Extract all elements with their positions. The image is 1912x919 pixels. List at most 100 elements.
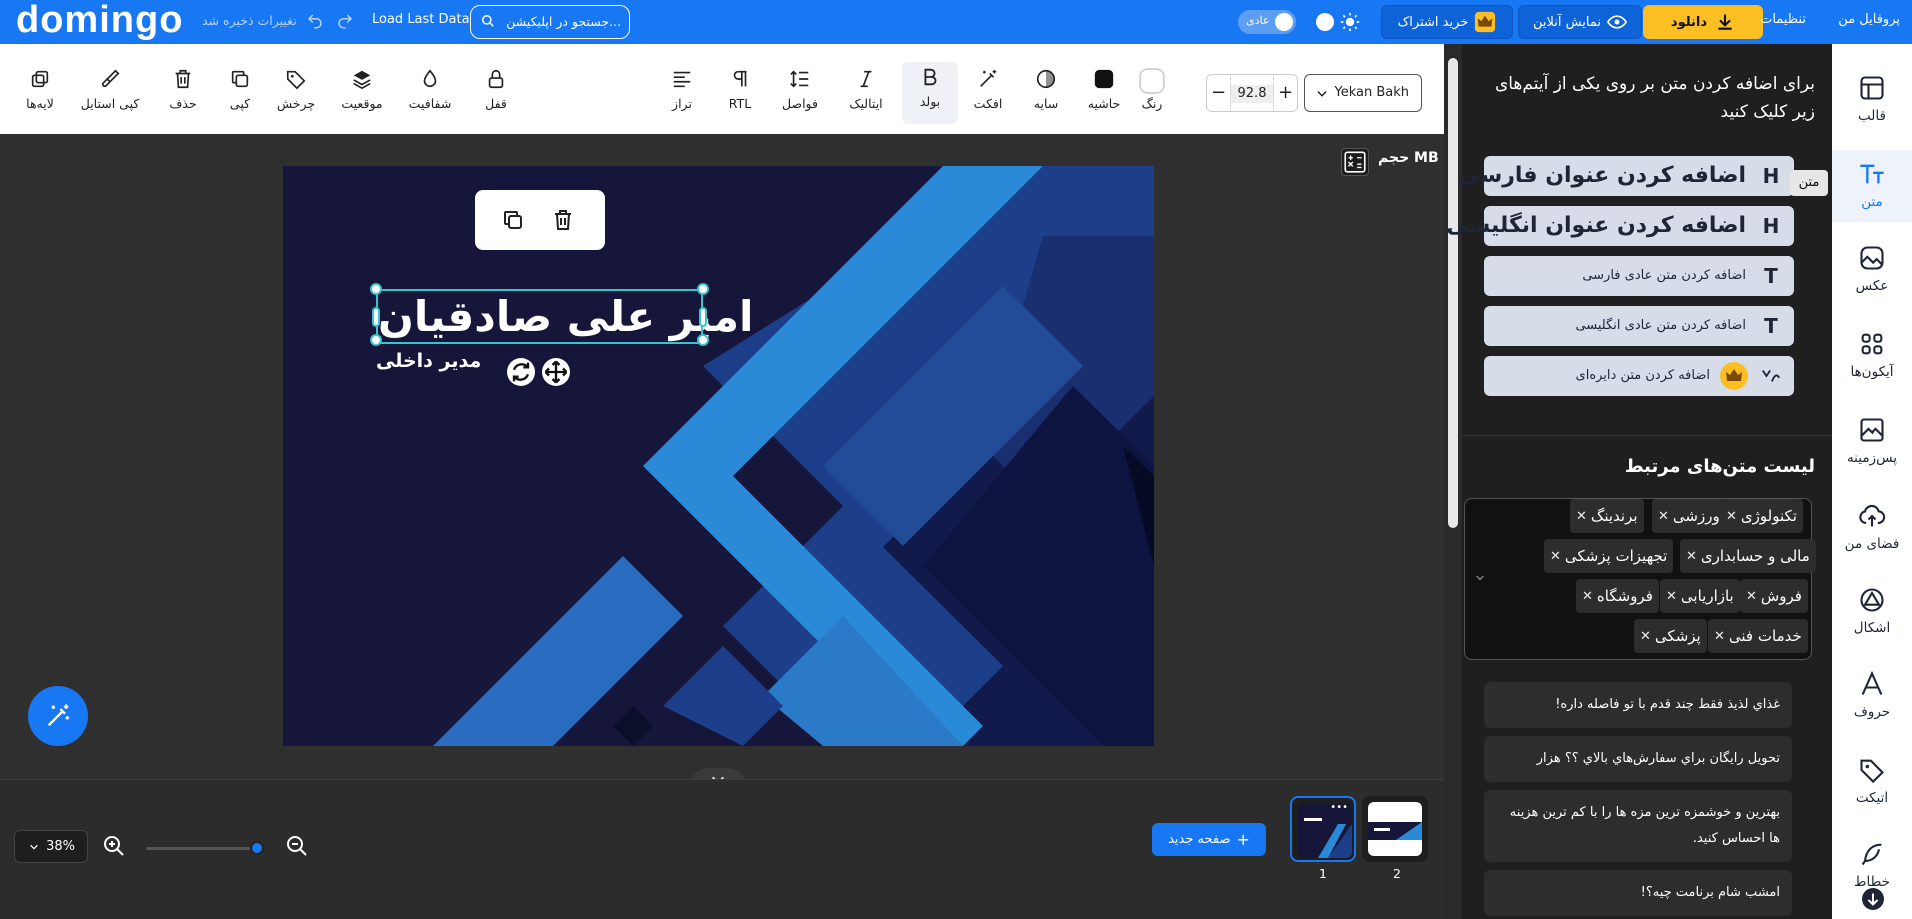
- tool-spacing[interactable]: فواصل: [772, 68, 828, 111]
- tool-rtl[interactable]: RTL: [712, 68, 768, 111]
- tool-copy-style[interactable]: کپی استایل: [78, 68, 142, 111]
- tool-delete[interactable]: حذف: [155, 68, 211, 111]
- sample-text-item[interactable]: غذاي لذيذ فقط چند قدم با تو فاصله داره!: [1484, 682, 1792, 728]
- resize-handle-left[interactable]: [372, 307, 380, 327]
- tool-shadow[interactable]: سایه: [1018, 68, 1074, 111]
- download-button[interactable]: دانلود: [1643, 5, 1763, 39]
- remove-tag-icon[interactable]: ✕: [1746, 589, 1757, 604]
- remove-tag-icon[interactable]: ✕: [1726, 509, 1737, 524]
- tool-layers[interactable]: لایه‌ها: [12, 68, 68, 111]
- resize-handle-bl[interactable]: [370, 334, 382, 346]
- nav-image[interactable]: عکس: [1832, 244, 1912, 294]
- tag-chip[interactable]: فروشگاه ✕: [1576, 579, 1659, 613]
- undo-icon[interactable]: [306, 12, 324, 30]
- nav-my-space[interactable]: فضای من: [1832, 502, 1912, 552]
- calculator-icon[interactable]: [1341, 148, 1369, 176]
- zoom-slider-thumb[interactable]: [250, 841, 264, 855]
- tag-chip[interactable]: ورزشی ✕: [1652, 499, 1726, 533]
- resize-handle-br[interactable]: [697, 334, 709, 346]
- load-last-data-button[interactable]: Load Last Data: [372, 12, 470, 27]
- sample-text-item[interactable]: امشب شام برنامت چيه؟!: [1484, 870, 1792, 916]
- zoom-out-icon[interactable]: [285, 834, 309, 858]
- selection-box[interactable]: [376, 289, 703, 344]
- font-size-value[interactable]: 92.8: [1231, 85, 1273, 103]
- tool-position[interactable]: موقعیت: [332, 68, 392, 111]
- tool-copy[interactable]: کپی: [212, 68, 268, 111]
- nav-text[interactable]: متن: [1832, 150, 1912, 222]
- resize-handle-right[interactable]: [699, 307, 707, 327]
- tag-chip[interactable]: خدمات فنی ✕: [1708, 619, 1808, 653]
- tool-opacity[interactable]: شفافیت: [402, 68, 458, 111]
- tool-color[interactable]: رنگ: [1124, 68, 1180, 111]
- page-thumbnail-2[interactable]: •••: [1362, 796, 1428, 862]
- move-handle[interactable]: [542, 358, 570, 386]
- tag-chip[interactable]: مالی و حسابداری ✕: [1680, 539, 1816, 573]
- tag-chip[interactable]: پزشکی ✕: [1634, 619, 1707, 653]
- nav-template[interactable]: قالب: [1832, 74, 1912, 124]
- zoom-select[interactable]: 38%: [14, 830, 88, 863]
- search-box[interactable]: جستجو در اپلیکیشن...: [470, 5, 630, 39]
- add-persian-body-button[interactable]: T اضافه کردن متن عادی فارسی: [1484, 256, 1794, 296]
- tool-italic[interactable]: ایتالیک: [838, 68, 894, 111]
- remove-tag-icon[interactable]: ✕: [1666, 589, 1677, 604]
- add-english-heading-button[interactable]: H اضافه کردن عنوان انگلیسی: [1446, 206, 1794, 246]
- zoom-in-icon[interactable]: [102, 834, 126, 858]
- new-page-button[interactable]: صفحه جدید +: [1152, 823, 1266, 856]
- zoom-slider-track[interactable]: [146, 847, 258, 850]
- increase-font-button[interactable]: +: [1273, 75, 1297, 111]
- tool-effect[interactable]: افکت: [960, 68, 1016, 111]
- sun-icon[interactable]: [1340, 12, 1360, 32]
- sample-text-item[interactable]: تحويل رايگان براي سفارش‌هاي بالاي ؟؟ هزا…: [1484, 736, 1792, 782]
- decrease-font-button[interactable]: −: [1207, 75, 1231, 111]
- nav-background[interactable]: پس‌زمینه: [1832, 416, 1912, 466]
- page-thumbnail-1[interactable]: •••: [1290, 796, 1356, 862]
- nav-shapes[interactable]: اشکال: [1832, 586, 1912, 636]
- redo-icon[interactable]: [336, 12, 354, 30]
- resize-handle-tr[interactable]: [697, 283, 709, 295]
- theme-toggle[interactable]: عادی: [1238, 10, 1296, 34]
- chevron-down-icon[interactable]: [1474, 572, 1486, 584]
- tool-rotate[interactable]: چرخش: [268, 68, 324, 111]
- tag-chip[interactable]: برندینگ ✕: [1570, 499, 1644, 533]
- sample-text-item[interactable]: بهترين و خوشمزه ترين مزه ها را با كم تري…: [1484, 790, 1792, 862]
- remove-tag-icon[interactable]: ✕: [1582, 589, 1593, 604]
- remove-tag-icon[interactable]: ✕: [1640, 629, 1651, 644]
- rotate-handle[interactable]: [507, 358, 535, 386]
- delete-icon[interactable]: [551, 208, 575, 232]
- duplicate-icon[interactable]: [501, 208, 525, 232]
- remove-tag-icon[interactable]: ✕: [1550, 549, 1561, 564]
- more-icon[interactable]: •••: [1404, 800, 1422, 811]
- add-persian-heading-button[interactable]: H اضافه کردن عنوان فارسی: [1458, 156, 1794, 196]
- settings-link[interactable]: تنظیمات: [1750, 12, 1806, 27]
- scrollbar-thumb[interactable]: [1448, 58, 1458, 528]
- font-family-select[interactable]: Yekan Bakh: [1304, 74, 1422, 112]
- resize-handle-tl[interactable]: [370, 283, 382, 295]
- font-size-stepper[interactable]: − 92.8 +: [1206, 74, 1298, 112]
- tag-chip[interactable]: بازاریابی ✕: [1660, 579, 1740, 613]
- design-canvas[interactable]: [283, 166, 1154, 746]
- profile-link[interactable]: پروفایل من: [1820, 12, 1900, 27]
- nav-letters[interactable]: حروف: [1832, 670, 1912, 720]
- nav-calligraphy[interactable]: خطاط: [1832, 840, 1912, 890]
- tag-chip[interactable]: فروش ✕: [1740, 579, 1808, 613]
- app-logo[interactable]: domingo: [16, 0, 183, 40]
- canvas-role-text[interactable]: مدیر داخلی: [376, 350, 481, 372]
- online-preview-button[interactable]: نمایش آنلاین: [1518, 5, 1642, 39]
- scroll-down-button[interactable]: [1862, 888, 1884, 910]
- tool-align[interactable]: تراز: [654, 68, 710, 111]
- remove-tag-icon[interactable]: ✕: [1658, 509, 1669, 524]
- subscribe-button[interactable]: خرید اشتراک: [1381, 5, 1513, 39]
- tag-chip[interactable]: تجهیزات پزشکی ✕: [1544, 539, 1674, 573]
- remove-tag-icon[interactable]: ✕: [1714, 629, 1725, 644]
- add-circular-text-button[interactable]: اضافه کردن متن دایره‌ای: [1484, 356, 1794, 396]
- tool-lock[interactable]: قفل: [468, 68, 524, 111]
- tool-bold[interactable]: بولد: [902, 62, 958, 124]
- moon-icon[interactable]: [1316, 13, 1334, 31]
- search-input[interactable]: جستجو در اپلیکیشن...: [506, 14, 621, 29]
- more-icon[interactable]: •••: [1330, 802, 1348, 813]
- tag-chip[interactable]: تکنولوژی ✕: [1720, 499, 1803, 533]
- add-english-body-button[interactable]: T اضافه کردن متن عادی انگلیسی: [1484, 306, 1794, 346]
- nav-icons[interactable]: آیکون‌ها: [1832, 330, 1912, 380]
- remove-tag-icon[interactable]: ✕: [1686, 549, 1697, 564]
- nav-label-stickers[interactable]: اتیکت: [1832, 756, 1912, 806]
